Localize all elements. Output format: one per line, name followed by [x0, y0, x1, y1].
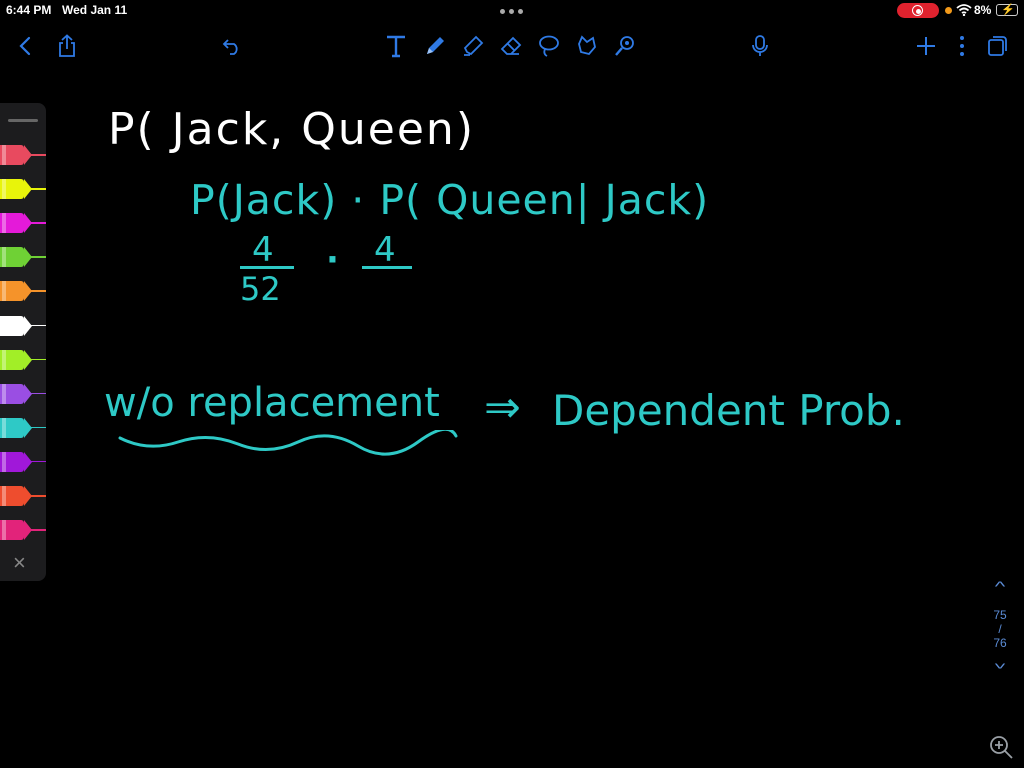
- text-tool-icon[interactable]: [382, 32, 410, 60]
- page-total: 76: [993, 636, 1007, 650]
- ink-without-replacement: w/o replacement: [104, 380, 440, 426]
- eraser-icon[interactable]: [497, 32, 525, 60]
- laser-pointer-icon[interactable]: [611, 32, 639, 60]
- wifi-icon: [956, 4, 972, 16]
- battery-percent: 8%: [974, 3, 992, 17]
- page-current: 75: [993, 608, 1007, 622]
- fraction-1-numerator: 4: [252, 230, 274, 270]
- wavy-underline: [118, 430, 458, 456]
- fraction-1-denominator: 52: [240, 270, 281, 308]
- status-bar: 6:44 PM Wed Jan 11 8% ⚡: [0, 0, 1024, 22]
- highlighter-icon[interactable]: [459, 32, 487, 60]
- ink-dependent-prob: Dependent Prob.: [552, 386, 905, 435]
- implies-arrow: ⇒: [484, 382, 521, 433]
- multiply-dot: ·: [326, 240, 339, 280]
- lasso-icon[interactable]: [535, 32, 563, 60]
- notes-toolbar: [0, 24, 1024, 68]
- status-time: 6:44 PM: [6, 3, 52, 17]
- mic-in-use-indicator: [945, 7, 952, 14]
- more-icon[interactable]: [948, 32, 976, 60]
- page-down-chevron-icon[interactable]: ^: [979, 656, 1021, 672]
- screen-recording-icon[interactable]: [897, 3, 939, 18]
- undo-icon[interactable]: [218, 32, 246, 60]
- fraction-1-bar: [240, 266, 294, 269]
- fraction-2-numerator: 4: [374, 230, 396, 270]
- microphone-icon[interactable]: [746, 32, 774, 60]
- add-icon[interactable]: [912, 32, 940, 60]
- status-date: Wed Jan 11: [62, 3, 128, 17]
- page-separator: /: [998, 622, 1002, 636]
- shape-icon[interactable]: [573, 32, 601, 60]
- note-canvas[interactable]: P( Jack, Queen) P(Jack) · P( Queen| Jack…: [0, 70, 1024, 768]
- zoom-in-icon[interactable]: [986, 732, 1016, 762]
- back-icon[interactable]: [11, 32, 39, 60]
- pen-tool-icon[interactable]: [421, 32, 449, 60]
- ink-line-1: P( Jack, Queen): [108, 104, 475, 155]
- page-navigator: ^ 75 / 76 ^: [987, 578, 1013, 672]
- fraction-2-bar: [362, 266, 412, 269]
- page-up-chevron-icon[interactable]: ^: [979, 578, 1021, 594]
- pages-icon[interactable]: [983, 32, 1011, 60]
- share-icon[interactable]: [53, 32, 81, 60]
- multitasking-dots-icon[interactable]: [500, 9, 524, 15]
- battery-icon: ⚡: [996, 4, 1018, 16]
- ink-line-2: P(Jack) · P( Queen| Jack): [190, 176, 710, 224]
